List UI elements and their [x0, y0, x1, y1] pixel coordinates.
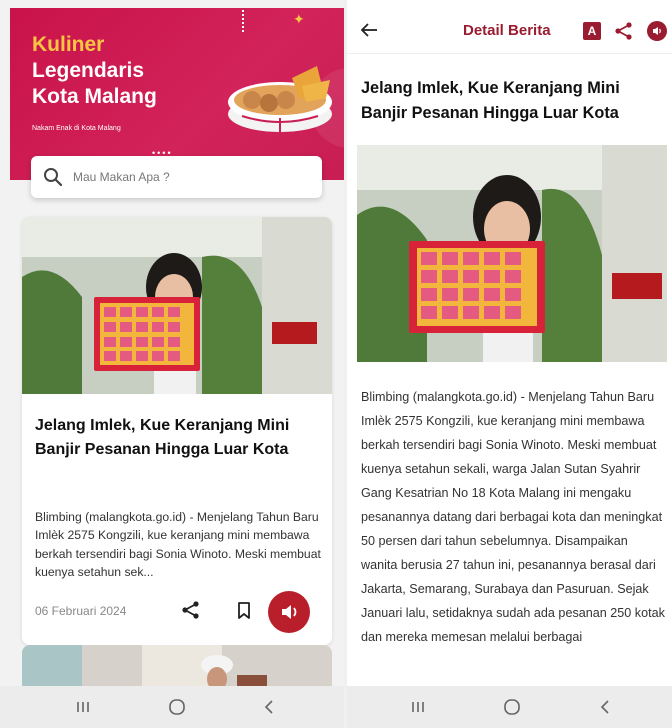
article-date: 06 Februari 2024	[35, 604, 127, 618]
system-nav-bar	[0, 686, 344, 728]
speaker-button[interactable]	[268, 591, 310, 633]
detail-title: Detail Berita	[463, 22, 551, 39]
back-arrow-icon[interactable]	[359, 20, 379, 40]
share-icon[interactable]	[181, 600, 201, 620]
share-icon[interactable]	[614, 21, 634, 41]
banner-subtitle: Nakam Enak di Kota Malang	[32, 125, 121, 132]
article-excerpt: Blimbing (malangkota.go.id) - Menjelang …	[35, 510, 321, 580]
article-headline[interactable]: Jelang Imlek, Kue Keranjang Mini Banjir …	[35, 414, 323, 462]
back-icon[interactable]	[258, 696, 280, 718]
system-nav-bar	[347, 686, 672, 728]
article-photo	[357, 145, 667, 362]
star-icon: ✦	[293, 11, 305, 27]
banner-title-line2: Legendaris	[32, 59, 145, 82]
recents-icon[interactable]	[72, 696, 94, 718]
food-bowl-image	[228, 66, 332, 132]
home-icon[interactable]	[166, 696, 188, 718]
home-screen: ✦ Kuliner Legendaris Kota Malang Nakam E…	[0, 0, 344, 728]
article-headline: Jelang Imlek, Kue Keranjang Mini Banjir …	[361, 79, 620, 122]
article-photo	[22, 217, 332, 394]
banner-dots-decoration	[242, 10, 245, 32]
banner-title-line1: Kuliner	[32, 33, 105, 56]
banner-title: Kuliner Legendaris Kota Malang	[32, 32, 202, 110]
banner-title-line3: Kota Malang	[32, 85, 157, 108]
home-icon[interactable]	[501, 696, 523, 718]
speaker-icon	[282, 605, 297, 619]
back-icon[interactable]	[594, 696, 616, 718]
search-input[interactable]: Mau Makan Apa ?	[73, 170, 170, 184]
font-size-icon[interactable]: A	[583, 22, 601, 40]
detail-screen: Detail Berita A Jelang Imlek, Kue Keranj…	[347, 0, 672, 728]
article-body: Blimbing (malangkota.go.id) - Menjelang …	[361, 390, 665, 644]
search-bar[interactable]: Mau Makan Apa ?	[31, 156, 322, 198]
bookmark-icon[interactable]	[234, 600, 254, 620]
news-card[interactable]: Jelang Imlek, Kue Keranjang Mini Banjir …	[22, 217, 332, 645]
search-icon	[44, 168, 63, 187]
promo-banner[interactable]: ✦ Kuliner Legendaris Kota Malang Nakam E…	[10, 8, 344, 180]
speaker-icon[interactable]	[647, 21, 667, 41]
detail-header: Detail Berita A	[347, 0, 672, 54]
recents-icon[interactable]	[407, 696, 429, 718]
